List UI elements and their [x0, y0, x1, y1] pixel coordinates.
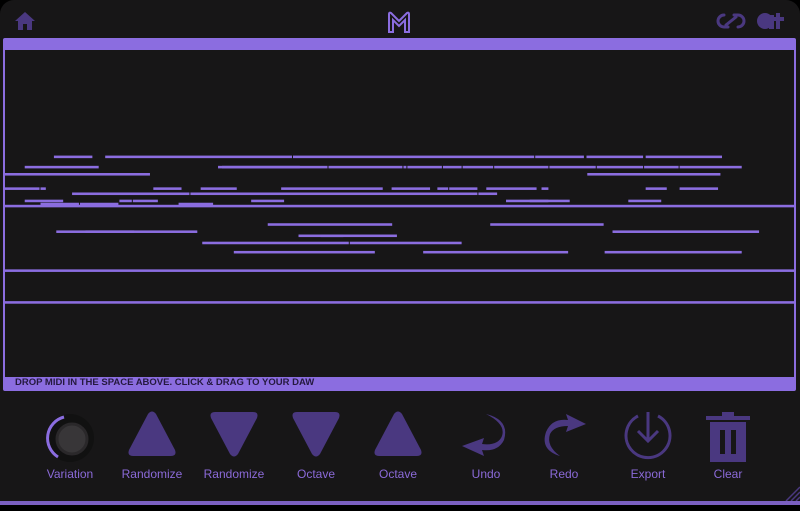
midi-note[interactable]: [40, 187, 46, 190]
triangle-up-icon: [128, 411, 176, 456]
midi-note[interactable]: [328, 165, 403, 169]
randomize-up-button[interactable]: Randomize: [112, 405, 192, 490]
midi-note[interactable]: [541, 187, 549, 190]
midi-note[interactable]: [251, 199, 285, 203]
undo-label: Undo: [471, 467, 501, 481]
midi-note[interactable]: [72, 192, 190, 196]
sustained-note[interactable]: [5, 269, 794, 272]
midi-note[interactable]: [549, 165, 596, 169]
midi-note[interactable]: [490, 223, 604, 226]
midi-note[interactable]: [40, 202, 79, 206]
midi-note[interactable]: [645, 187, 667, 190]
triangle-down-icon: [210, 412, 258, 457]
undo-arrow-icon: [462, 414, 506, 456]
midi-note[interactable]: [612, 230, 760, 233]
midi-note[interactable]: [535, 155, 584, 159]
midi-note[interactable]: [628, 199, 662, 203]
midi-note[interactable]: [349, 241, 462, 245]
midi-piano-roll[interactable]: DROP MIDI IN THE SPACE ABOVE. CLICK & DR…: [3, 38, 796, 391]
midi-note[interactable]: [200, 187, 237, 190]
midi-note[interactable]: [423, 250, 569, 254]
midi-note[interactable]: [178, 202, 214, 206]
midi-note[interactable]: [24, 165, 99, 169]
midi-note[interactable]: [679, 165, 742, 169]
randomize-up-label: Randomize: [121, 467, 183, 481]
export-label: Export: [630, 467, 666, 481]
trash-icon: [706, 412, 750, 462]
notes-canvas[interactable]: [5, 50, 794, 377]
triangle-up-icon: [374, 411, 422, 456]
midi-note[interactable]: [596, 165, 644, 169]
midi-note[interactable]: [267, 223, 393, 226]
clear-label: Clear: [713, 467, 743, 481]
m-logo-icon: [388, 11, 410, 33]
variation-knob[interactable]: Variation: [30, 405, 110, 490]
midi-note[interactable]: [391, 187, 431, 190]
export-button[interactable]: Export: [608, 405, 688, 490]
redo-button[interactable]: Redo: [524, 405, 604, 490]
midi-note[interactable]: [24, 199, 64, 203]
randomize-down-label: Randomize: [203, 467, 265, 481]
sustained-note[interactable]: [5, 301, 794, 304]
midi-note[interactable]: [233, 250, 375, 254]
midi-note[interactable]: [587, 173, 721, 176]
midi-note[interactable]: [281, 187, 383, 190]
app-window: DROP MIDI IN THE SPACE ABOVE. CLICK & DR…: [0, 0, 800, 505]
midi-note[interactable]: [494, 165, 549, 169]
home-icon[interactable]: [14, 11, 36, 31]
infinity-link-icon[interactable]: [716, 13, 746, 29]
clear-button[interactable]: Clear: [688, 405, 768, 490]
midi-note[interactable]: [202, 241, 349, 245]
roll-top-bar: [5, 40, 794, 50]
resize-grip-icon[interactable]: [776, 485, 800, 501]
midi-note[interactable]: [586, 155, 644, 159]
randomize-down-button[interactable]: Randomize: [194, 405, 274, 490]
midi-note[interactable]: [437, 187, 449, 190]
midi-note[interactable]: [85, 230, 135, 233]
controls-bar: Variation Randomize Randomize Octave Oct: [0, 405, 800, 495]
note-grid[interactable]: [5, 50, 794, 377]
drop-midi-instructions[interactable]: DROP MIDI IN THE SPACE ABOVE. CLICK & DR…: [5, 377, 794, 389]
midi-note[interactable]: [478, 192, 498, 196]
variation-label: Variation: [46, 467, 94, 481]
at-brand-icon[interactable]: [756, 11, 786, 31]
octave-up-button[interactable]: Octave: [358, 405, 438, 490]
midi-note[interactable]: [119, 199, 132, 203]
midi-note[interactable]: [190, 192, 478, 196]
bottom-border: [0, 501, 800, 505]
midi-note[interactable]: [132, 199, 158, 203]
midi-note[interactable]: [403, 165, 407, 169]
octave-down-button[interactable]: Octave: [276, 405, 356, 490]
midi-note[interactable]: [5, 173, 150, 176]
undo-button[interactable]: Undo: [446, 405, 526, 490]
midi-note[interactable]: [644, 165, 679, 169]
midi-note[interactable]: [221, 165, 328, 169]
midi-note[interactable]: [79, 202, 119, 206]
midi-note[interactable]: [449, 187, 478, 190]
knob-icon[interactable]: [40, 410, 100, 466]
sustained-note[interactable]: [5, 204, 794, 208]
midi-note[interactable]: [645, 155, 722, 159]
midi-note[interactable]: [442, 165, 462, 169]
redo-label: Redo: [549, 467, 579, 481]
midi-note[interactable]: [105, 155, 292, 159]
triangle-down-icon: [292, 412, 340, 457]
octave-down-label: Octave: [296, 467, 335, 481]
midi-note[interactable]: [292, 155, 535, 159]
midi-note[interactable]: [5, 187, 40, 190]
midi-note[interactable]: [53, 155, 93, 159]
midi-note[interactable]: [320, 234, 397, 238]
midi-note[interactable]: [604, 250, 742, 254]
midi-note[interactable]: [462, 165, 494, 169]
midi-note[interactable]: [486, 187, 537, 190]
midi-note[interactable]: [153, 187, 182, 190]
download-circle-icon: [624, 412, 672, 460]
octave-up-label: Octave: [378, 467, 417, 481]
midi-note[interactable]: [407, 165, 442, 169]
midi-note[interactable]: [679, 187, 719, 190]
midi-note[interactable]: [529, 199, 570, 203]
redo-arrow-icon: [544, 414, 586, 456]
